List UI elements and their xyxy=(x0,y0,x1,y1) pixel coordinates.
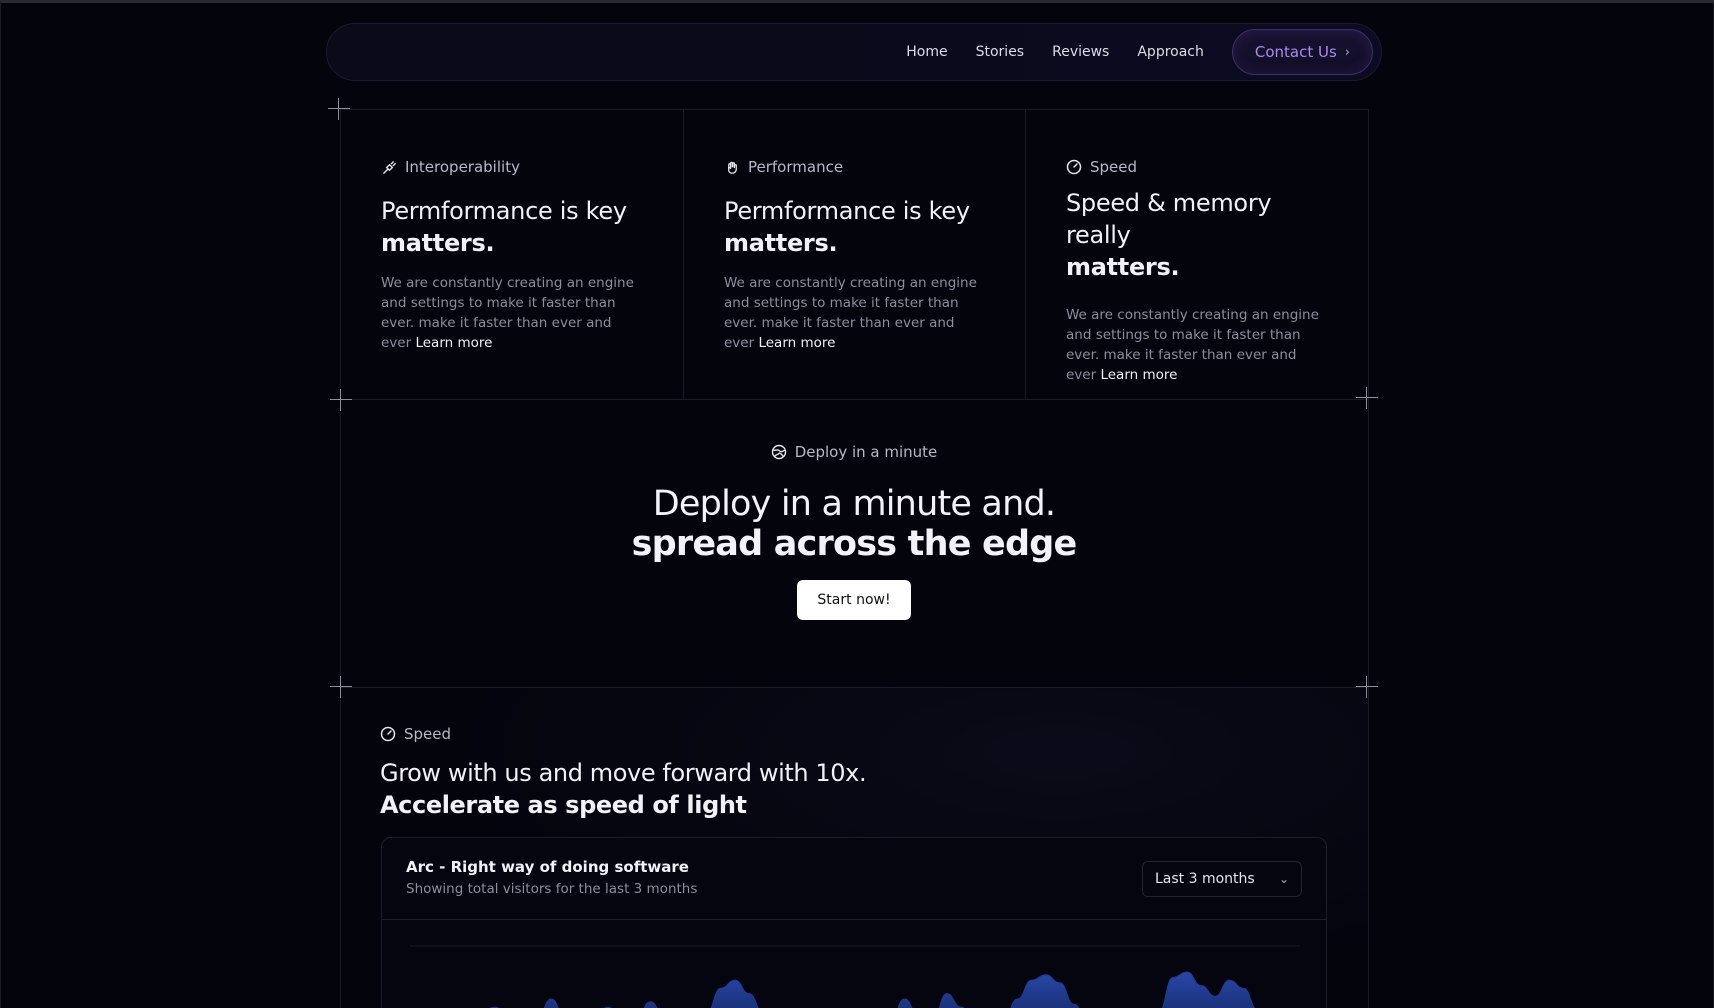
feature-card-speed: Speed Speed & memory really matters. We … xyxy=(1026,109,1368,399)
speed-section: Speed Grow with us and move forward with… xyxy=(340,687,1368,1008)
grid-line-right xyxy=(1368,109,1369,1008)
card-description: We are constantly creating an engine and… xyxy=(1066,305,1326,385)
page-frame: Home Stories Reviews Approach Contact Us… xyxy=(0,0,1714,1008)
learn-more-link[interactable]: Learn more xyxy=(1100,367,1177,383)
speed-eyebrow: Speed xyxy=(380,725,451,743)
speed-eyebrow-label: Speed xyxy=(404,725,452,743)
nav-link-stories[interactable]: Stories xyxy=(976,44,1025,60)
nav-link-approach[interactable]: Approach xyxy=(1137,44,1204,60)
card-eyebrow: Speed xyxy=(1066,157,1328,177)
contact-us-label: Contact Us xyxy=(1254,43,1337,61)
plug-icon xyxy=(381,159,397,175)
globe-icon xyxy=(771,444,787,460)
speed-headline-light: Grow with us and move forward with 10x. xyxy=(380,759,867,787)
feature-card-performance: Performance Permformance is key matters.… xyxy=(684,109,1026,399)
top-navbar: Home Stories Reviews Approach Contact Us… xyxy=(326,23,1382,81)
card-title-bold: matters. xyxy=(724,229,838,257)
chart-series-area-0 xyxy=(489,971,1256,1008)
chart-plot-area xyxy=(382,920,1326,1008)
visitors-chart-card: Arc - Right way of doing software Showin… xyxy=(381,837,1327,1008)
start-now-button[interactable]: Start now! xyxy=(797,580,911,620)
date-range-value: Last 3 months xyxy=(1155,871,1255,887)
card-eyebrow-label: Performance xyxy=(748,158,844,176)
card-title: Permformance is key matters. xyxy=(724,195,986,259)
gauge-icon xyxy=(1066,159,1082,175)
card-eyebrow-label: Interoperability xyxy=(405,158,520,176)
card-title-light: Permformance is key xyxy=(381,197,627,225)
hand-icon xyxy=(724,159,740,175)
chart-subtitle: Showing total visitors for the last 3 mo… xyxy=(406,881,698,897)
card-description: We are constantly creating an engine and… xyxy=(381,273,641,353)
nav-link-reviews[interactable]: Reviews xyxy=(1052,44,1109,60)
deploy-headline-light: Deploy in a minute and. xyxy=(652,484,1056,524)
card-title-bold: matters. xyxy=(381,229,495,257)
feature-card-interoperability: Interoperability Permformance is key mat… xyxy=(341,109,683,399)
deploy-section: Deploy in a minute Deploy in a minute an… xyxy=(340,399,1368,687)
card-title: Permformance is key matters. xyxy=(381,195,643,259)
deploy-headline-bold: spread across the edge xyxy=(631,524,1078,564)
nav-links: Home Stories Reviews Approach xyxy=(906,44,1204,60)
card-title-light: Speed & memory really xyxy=(1066,189,1272,249)
card-title-light: Permformance is key xyxy=(724,197,970,225)
card-title-bold: matters. xyxy=(1066,253,1180,281)
card-eyebrow-label: Speed xyxy=(1090,158,1138,176)
chevron-right-icon: › xyxy=(1344,44,1350,60)
learn-more-link[interactable]: Learn more xyxy=(758,335,835,351)
learn-more-link[interactable]: Learn more xyxy=(415,335,492,351)
area-chart xyxy=(410,945,1300,1008)
card-description: We are constantly creating an engine and… xyxy=(724,273,984,353)
speed-headline: Grow with us and move forward with 10x. … xyxy=(380,757,867,821)
chart-title: Arc - Right way of doing software xyxy=(406,858,689,876)
deploy-eyebrow: Deploy in a minute xyxy=(771,443,938,461)
chart-header: Arc - Right way of doing software Showin… xyxy=(382,838,1326,920)
date-range-select[interactable]: Last 3 months ⌄ xyxy=(1142,861,1302,897)
gauge-icon xyxy=(380,726,396,742)
nav-link-home[interactable]: Home xyxy=(906,44,947,60)
card-title: Speed & memory really matters. xyxy=(1066,187,1328,283)
chevron-down-icon: ⌄ xyxy=(1278,872,1289,886)
speed-headline-bold: Accelerate as speed of light xyxy=(380,791,747,819)
card-eyebrow: Interoperability xyxy=(381,157,643,177)
contact-us-button[interactable]: Contact Us › xyxy=(1231,29,1373,75)
deploy-headline: Deploy in a minute and. spread across th… xyxy=(594,484,1114,564)
deploy-eyebrow-label: Deploy in a minute xyxy=(794,443,938,461)
card-eyebrow: Performance xyxy=(724,157,986,177)
